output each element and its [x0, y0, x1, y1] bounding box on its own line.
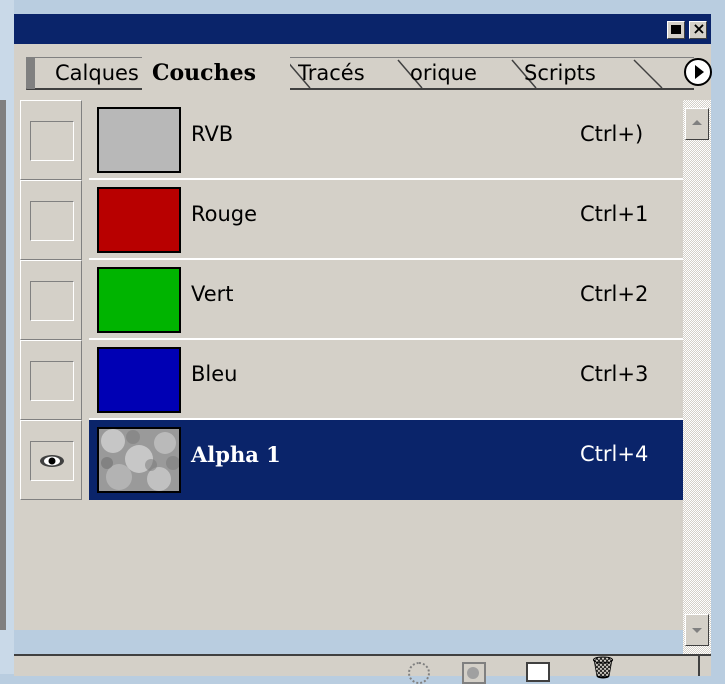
tab-couches[interactable]: Couches	[142, 54, 290, 90]
channel-name: Bleu	[191, 362, 238, 386]
channel-thumbnail	[97, 347, 181, 413]
channel-row-vert[interactable]: Vert Ctrl+2	[14, 260, 683, 340]
panel-menu-icon[interactable]	[684, 58, 712, 86]
channel-row-rvb[interactable]: RVB Ctrl+)	[14, 100, 683, 180]
tab-divider	[633, 59, 663, 89]
channel-row-rouge[interactable]: Rouge Ctrl+1	[14, 180, 683, 260]
visibility-box	[30, 441, 74, 481]
panel-bottom-toolbar: 🗑	[14, 654, 711, 684]
scroll-up-button[interactable]	[685, 108, 709, 140]
close-icon[interactable]: ×	[689, 19, 707, 39]
channel-name: Alpha 1	[191, 442, 281, 467]
load-channel-selection-icon[interactable]	[408, 662, 430, 684]
channel-shortcut: Ctrl+1	[580, 202, 649, 226]
visibility-box	[30, 201, 74, 241]
visibility-toggle[interactable]	[20, 180, 82, 260]
channel-thumbnail	[97, 107, 181, 173]
tab-scripts[interactable]: Scripts	[524, 58, 624, 88]
tab-calques[interactable]: Calques	[49, 58, 148, 88]
channel-shortcut: Ctrl+3	[580, 362, 649, 386]
tab-traces[interactable]: Tracés	[298, 58, 394, 88]
visibility-toggle[interactable]	[20, 420, 82, 500]
new-channel-icon[interactable]	[526, 662, 550, 682]
tab-label: orique	[410, 61, 477, 85]
channel-shortcut: Ctrl+)	[580, 122, 644, 146]
toolbar-divider	[698, 656, 700, 676]
scroll-down-button[interactable]	[685, 614, 709, 646]
channel-row-bleu[interactable]: Bleu Ctrl+3	[14, 340, 683, 420]
channel-thumbnail	[97, 427, 181, 493]
channel-name: RVB	[191, 122, 234, 146]
panel-titlebar[interactable]: ×	[14, 14, 711, 44]
channel-list: RVB Ctrl+) Rouge Ctrl+1 Vert Ctrl+2 Bleu…	[14, 100, 683, 630]
channel-name: Rouge	[191, 202, 258, 226]
minimize-icon[interactable]	[667, 21, 685, 39]
panel-tab-row: Calques Couches Tracés orique Scripts	[14, 44, 712, 100]
tab-label: Calques	[55, 61, 139, 85]
delete-channel-icon[interactable]: 🗑	[589, 658, 617, 680]
save-selection-as-channel-icon[interactable]	[462, 662, 486, 684]
vertical-scrollbar[interactable]	[683, 100, 711, 656]
visibility-toggle[interactable]	[20, 100, 82, 180]
tab-label: Couches	[152, 60, 256, 86]
channel-row-body[interactable]: Rouge Ctrl+1	[89, 180, 683, 260]
tab-label: Scripts	[524, 61, 596, 85]
visibility-box	[30, 361, 74, 401]
channel-shortcut: Ctrl+2	[580, 282, 649, 306]
visibility-box	[30, 121, 74, 161]
channel-thumbnail	[97, 267, 181, 333]
tab-historique[interactable]: orique	[410, 58, 510, 88]
channel-row-body[interactable]: Vert Ctrl+2	[89, 260, 683, 340]
visibility-toggle[interactable]	[20, 260, 82, 340]
channel-name: Vert	[191, 282, 234, 306]
visibility-box	[30, 281, 74, 321]
panel-left-edge	[0, 100, 6, 630]
eye-icon	[40, 455, 64, 467]
channel-thumbnail	[97, 187, 181, 253]
visibility-toggle[interactable]	[20, 340, 82, 420]
channel-row-alpha-1[interactable]: Alpha 1 Ctrl+4	[14, 420, 683, 500]
channel-row-body[interactable]: Bleu Ctrl+3	[89, 340, 683, 420]
tab-label: Tracés	[298, 61, 365, 85]
clouds-thumbnail	[99, 429, 179, 491]
channel-shortcut: Ctrl+4	[580, 442, 649, 466]
channel-row-body[interactable]: Alpha 1 Ctrl+4	[89, 420, 683, 500]
channel-row-body[interactable]: RVB Ctrl+)	[89, 100, 683, 180]
